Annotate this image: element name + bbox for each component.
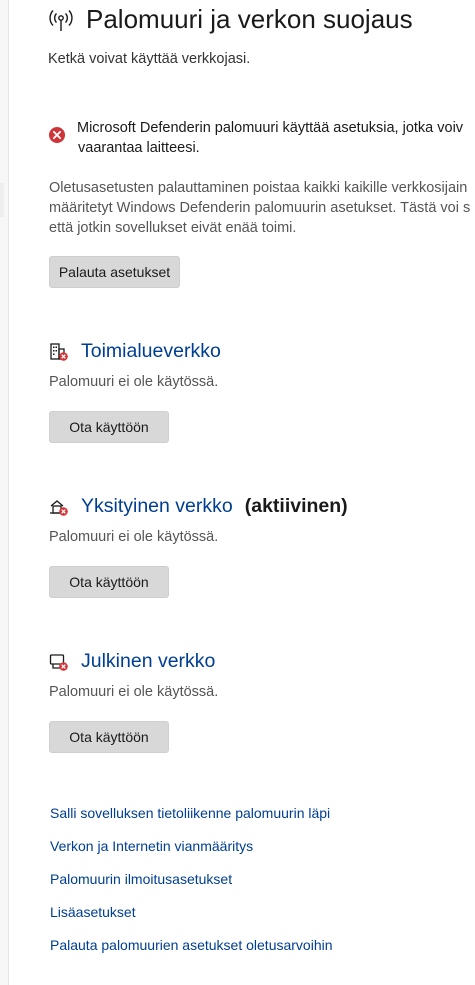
link-notification-settings[interactable]: Palomuurin ilmoitusasetukset bbox=[50, 871, 232, 887]
private-network-link[interactable]: Yksityinen verkko bbox=[81, 495, 233, 518]
public-enable-button[interactable]: Ota käyttöön bbox=[49, 721, 169, 753]
link-advanced-settings[interactable]: Lisäasetukset bbox=[50, 904, 136, 920]
public-network-icon bbox=[49, 653, 68, 671]
domain-network-header: Toimialueverkko bbox=[49, 340, 221, 363]
left-nav-edge bbox=[0, 0, 9, 985]
domain-network-status: Palomuuri ei ole käytössä. bbox=[49, 374, 219, 390]
page-subtitle: Ketkä voivat käyttää verkkojasi. bbox=[48, 51, 251, 67]
link-troubleshooter[interactable]: Verkon ja Internetin vianmääritys bbox=[50, 838, 253, 854]
public-network-status: Palomuuri ei ole käytössä. bbox=[49, 684, 219, 700]
private-network-header: Yksityinen verkko (aktiivinen) bbox=[49, 495, 348, 518]
page-title: Palomuuri ja verkon suojaus bbox=[86, 4, 413, 34]
public-network-header: Julkinen verkko bbox=[49, 650, 215, 673]
domain-network-link[interactable]: Toimialueverkko bbox=[81, 340, 221, 363]
private-network-icon bbox=[50, 499, 68, 516]
restore-settings-button[interactable]: Palauta asetukset bbox=[49, 256, 180, 288]
domain-enable-button[interactable]: Ota käyttöön bbox=[49, 411, 169, 443]
warning-text-line1: Microsoft Defenderin palomuuri käyttää a… bbox=[77, 120, 464, 136]
active-indicator: (aktiivinen) bbox=[244, 495, 348, 517]
private-enable-button[interactable]: Ota käyttöön bbox=[49, 566, 169, 598]
info-line3: että jotkin sovellukset eivät enää toimi… bbox=[49, 220, 297, 236]
warning-text-line2: vaarantaa laitteesi. bbox=[78, 140, 200, 156]
link-allow-app[interactable]: Salli sovelluksen tietoliikenne palomuur… bbox=[50, 805, 330, 821]
page-header: Palomuuri ja verkon suojaus bbox=[48, 4, 413, 35]
info-line2: määritetyt Windows Defenderin palomuurin… bbox=[49, 200, 471, 216]
private-network-status: Palomuuri ei ole käytössä. bbox=[49, 529, 219, 545]
link-restore-defaults[interactable]: Palauta palomuurien asetukset oletusarvo… bbox=[50, 937, 333, 953]
left-nav-selection-marker bbox=[0, 183, 4, 217]
restore-info-text: Oletusasetusten palauttaminen poistaa ka… bbox=[49, 178, 470, 238]
public-network-link[interactable]: Julkinen verkko bbox=[81, 650, 215, 673]
info-line1: Oletusasetusten palauttaminen poistaa ka… bbox=[49, 180, 468, 196]
antenna-icon bbox=[49, 9, 73, 31]
error-icon bbox=[49, 127, 65, 143]
domain-network-icon bbox=[50, 342, 68, 361]
